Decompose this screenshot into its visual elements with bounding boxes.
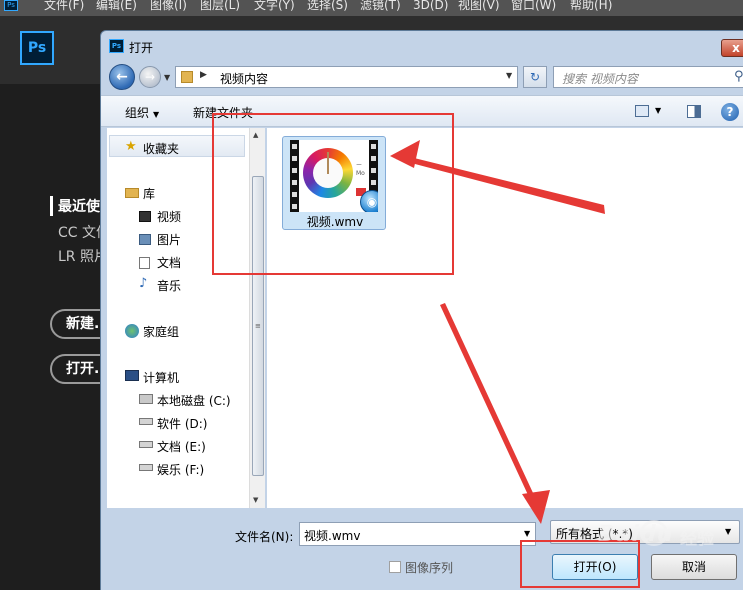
sidebar-item-videos[interactable]: 视频: [157, 208, 181, 225]
address-bar[interactable]: ▶ 视频内容 ▼: [175, 66, 518, 88]
sidebar-item-drive-e[interactable]: 文档 (E:): [157, 438, 206, 455]
music-icon: ♪: [139, 276, 148, 291]
sidebar-item-computer[interactable]: 计算机: [143, 369, 179, 386]
menu-image[interactable]: 图像(I): [150, 0, 187, 11]
refresh-button[interactable]: ↻: [523, 66, 547, 88]
sidebar-item-homegroup[interactable]: 家庭组: [143, 323, 179, 340]
watermark: Baidu 经验: [548, 512, 738, 562]
star-icon: ★: [125, 139, 137, 154]
photoshop-app-icon: Ps: [4, 0, 18, 11]
menu-view[interactable]: 视图(V): [458, 0, 500, 11]
change-view-icon[interactable]: [635, 105, 649, 117]
paw-logo-icon: [640, 520, 668, 546]
drive-icon: [139, 464, 153, 471]
menu-3d[interactable]: 3D(D): [413, 0, 448, 11]
photoshop-logo-icon: Ps: [20, 31, 54, 65]
photoshop-icon: Ps: [109, 39, 124, 53]
sidebar-item-drive-c[interactable]: 本地磁盘 (C:): [157, 392, 231, 409]
back-button[interactable]: ←: [109, 64, 135, 90]
library-icon: [125, 188, 139, 198]
folder-icon: [181, 71, 193, 83]
chevron-down-icon: ▼: [153, 110, 160, 119]
scroll-down-icon[interactable]: ▼: [253, 496, 258, 504]
dialog-title: 打开: [129, 41, 154, 55]
breadcrumb-current-folder[interactable]: 视频内容: [220, 70, 268, 87]
homegroup-icon: [125, 324, 139, 338]
photoshop-menubar: Ps 文件(F) 编辑(E) 图像(I) 图层(L) 文字(Y) 选择(S) 滤…: [0, 0, 743, 16]
drive-icon: [139, 418, 153, 425]
drive-icon: [139, 441, 153, 448]
menu-type[interactable]: 文字(Y): [254, 0, 295, 11]
pictures-icon: [139, 234, 151, 245]
sidebar-item-drive-f[interactable]: 娱乐 (F:): [157, 461, 204, 478]
menu-layer[interactable]: 图层(L): [200, 0, 240, 11]
sidebar-item-pictures[interactable]: 图片: [157, 231, 181, 248]
view-dropdown-icon[interactable]: ▼: [655, 106, 661, 115]
recent-locations-dropdown-icon[interactable]: ▼: [164, 73, 170, 82]
forward-button[interactable]: →: [139, 66, 161, 88]
navigation-bar: ← → ▼ ▶ 视频内容 ▼ ↻ 搜索 视频内容 ⚲: [101, 61, 743, 95]
sidebar-item-drive-d[interactable]: 软件 (D:): [157, 415, 207, 432]
filename-field[interactable]: 视频.wmv ▼: [299, 522, 536, 546]
filename-value: 视频.wmv: [304, 529, 361, 543]
preview-pane-icon[interactable]: [687, 105, 701, 118]
sidebar-item-label[interactable]: 收藏夹: [143, 140, 179, 157]
sidebar-recent[interactable]: 最近使: [50, 196, 100, 216]
menu-file[interactable]: 文件(F): [44, 0, 84, 11]
system-drive-icon: [139, 394, 153, 404]
help-icon[interactable]: ?: [721, 103, 739, 121]
close-button[interactable]: x: [721, 39, 743, 57]
menu-filter[interactable]: 滤镜(T): [360, 0, 401, 11]
address-dropdown-icon[interactable]: ▼: [506, 71, 512, 80]
documents-icon: [139, 257, 150, 269]
search-placeholder: 搜索 视频内容: [562, 72, 638, 86]
video-library-icon: [139, 211, 151, 222]
organize-button[interactable]: 组织 ▼: [125, 104, 159, 121]
menu-edit[interactable]: 编辑(E): [96, 0, 137, 11]
image-sequence-label: 图像序列: [405, 561, 454, 575]
menu-select[interactable]: 选择(S): [307, 0, 348, 11]
search-input[interactable]: 搜索 视频内容 ⚲: [553, 66, 743, 88]
menu-window[interactable]: 窗口(W): [511, 0, 556, 11]
search-icon[interactable]: ⚲: [734, 69, 743, 84]
watermark-sub: 经验: [680, 529, 714, 549]
image-sequence-checkbox[interactable]: [389, 561, 401, 573]
sidebar-item-documents[interactable]: 文档: [157, 254, 181, 271]
sidebar-item-library[interactable]: 库: [143, 185, 155, 202]
menu-help[interactable]: 帮助(H): [570, 0, 612, 11]
filename-label: 文件名(N):: [235, 530, 294, 544]
annotation-highlight-file: [212, 113, 454, 275]
organize-label: 组织: [125, 106, 150, 120]
sidebar-item-music[interactable]: 音乐: [157, 277, 181, 294]
dialog-titlebar[interactable]: Ps 打开 x: [101, 31, 743, 59]
computer-icon: [125, 370, 139, 381]
breadcrumb-separator-icon[interactable]: ▶: [200, 70, 207, 80]
grip-icon: ≡: [255, 322, 261, 330]
chevron-down-icon[interactable]: ▼: [524, 529, 530, 538]
